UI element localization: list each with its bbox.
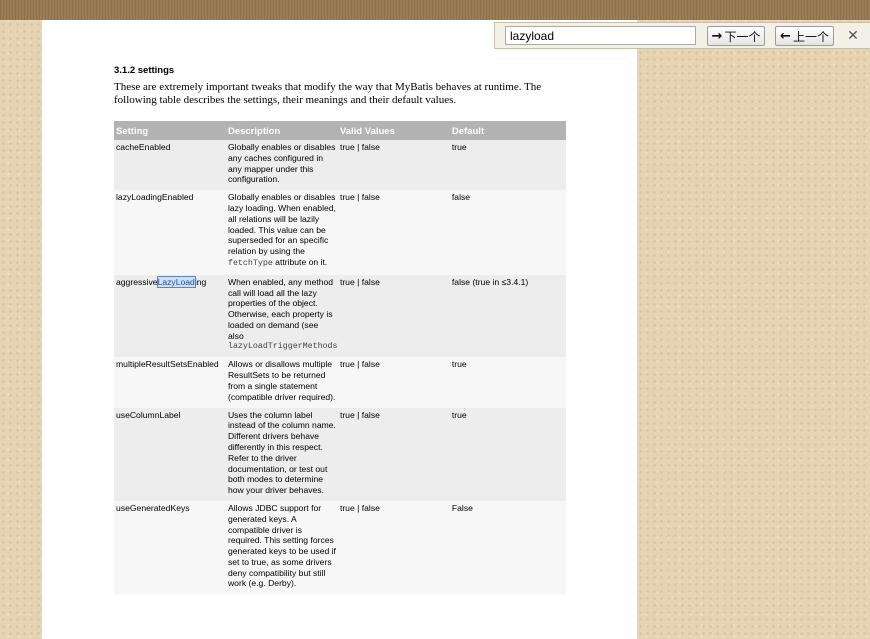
header-description: Description <box>225 121 338 140</box>
find-next-label: 下一个 <box>724 29 761 44</box>
find-bar: → 下一个 ← 上一个 ✕ <box>494 22 870 49</box>
description-text: attribute on it. <box>272 256 328 267</box>
settings-table: Setting Description Valid Values Default… <box>114 121 566 595</box>
setting-name: cacheEnabled <box>114 140 226 191</box>
setting-description: Globally enables or disables lazy loadin… <box>225 190 338 275</box>
find-previous-label: 上一个 <box>792 29 829 44</box>
setting-description: When enabled, any method call will load … <box>225 274 338 358</box>
section-intro: These are extremely important tweaks tha… <box>114 81 542 106</box>
setting-description: Uses the column label instead of the col… <box>225 407 338 501</box>
setting-default: False <box>449 500 566 595</box>
table-row: aggressiveLazyLoading When enabled, any … <box>114 274 566 358</box>
table-row: lazyLoadingEnabled Globally enables or d… <box>114 190 566 275</box>
close-icon[interactable]: ✕ <box>844 27 862 45</box>
table-row: multipleResultSetsEnabled Allows or disa… <box>114 357 566 408</box>
header-valid-values: Valid Values <box>337 121 450 140</box>
header-default: Default <box>449 121 566 140</box>
table-row: useGeneratedKeys Allows JDBC support for… <box>114 500 566 595</box>
description-code: lazyLoadTriggerMethods <box>227 341 338 351</box>
find-previous-button[interactable]: ← 上一个 <box>775 26 834 46</box>
setting-name: lazyLoadingEnabled <box>114 190 226 275</box>
window-top-bar <box>0 0 870 20</box>
setting-name: useColumnLabel <box>114 407 226 501</box>
description-text: When enabled, any method call will load … <box>227 276 334 341</box>
setting-valid-values: true | false <box>337 274 450 358</box>
arrow-right-icon: → <box>711 28 723 44</box>
setting-valid-values: true | false <box>337 407 450 501</box>
setting-description: Allows or disallows multiple ResultSets … <box>225 357 338 408</box>
arrow-left-icon: ← <box>780 28 791 44</box>
document-page: 3.1.2 settings These are extremely impor… <box>42 20 637 639</box>
setting-valid-values: true | false <box>337 140 450 191</box>
description-code: fetchType <box>227 258 273 268</box>
setting-name: aggressiveLazyLoading <box>114 274 226 358</box>
setting-description: Globally enables or disables any caches … <box>225 140 338 191</box>
setting-default: true <box>449 357 566 408</box>
table-row: useColumnLabel Uses the column label ins… <box>114 407 566 501</box>
setting-default: true <box>449 407 566 501</box>
setting-default: false (true in ≤3.4.1) <box>449 274 566 358</box>
setting-valid-values: true | false <box>337 500 450 595</box>
setting-name: multipleResultSetsEnabled <box>114 357 226 408</box>
table-row: cacheEnabled Globally enables or disable… <box>114 140 566 191</box>
setting-default: true <box>449 140 566 191</box>
setting-name-part: aggressive <box>116 276 158 287</box>
search-match-highlight: LazyLoad <box>156 275 196 288</box>
find-input[interactable] <box>505 26 696 45</box>
description-text: Globally enables or disables lazy loadin… <box>227 192 336 257</box>
header-setting: Setting <box>114 121 226 140</box>
section-title: 3.1.2 settings <box>114 65 175 76</box>
setting-default: false <box>449 190 566 275</box>
setting-name-part: ing <box>194 276 207 287</box>
setting-valid-values: true | false <box>337 190 450 275</box>
setting-description: Allows JDBC support for generated keys. … <box>225 500 338 595</box>
find-next-button[interactable]: → 下一个 <box>707 26 765 46</box>
setting-valid-values: true | false <box>337 357 450 408</box>
table-header-row: Setting Description Valid Values Default <box>114 121 566 140</box>
setting-name: useGeneratedKeys <box>114 500 226 595</box>
